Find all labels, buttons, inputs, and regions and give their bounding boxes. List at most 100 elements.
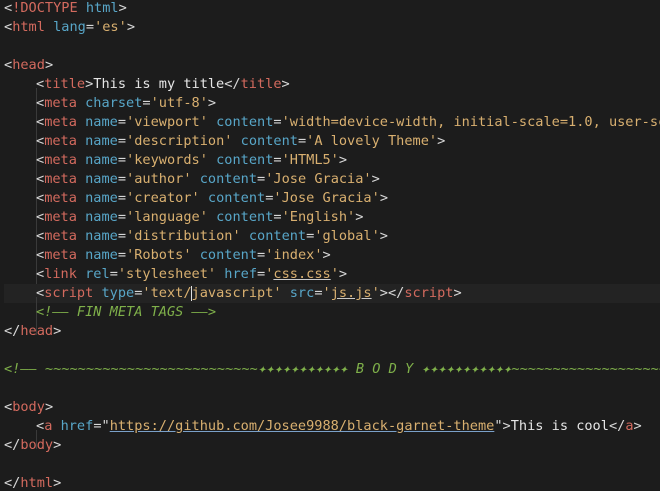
token-lt: <	[4, 57, 13, 73]
token-gt: >	[502, 418, 511, 434]
token-tag-meta: meta	[44, 152, 77, 168]
token-attr-name: name	[85, 114, 118, 130]
token-quote: '	[371, 285, 380, 301]
token-attr-content: content	[207, 190, 266, 206]
token-tag-meta: meta	[44, 95, 77, 111]
comment-fin-meta-tags: <!—— FIN META TAGS ——>	[36, 304, 217, 320]
token-lt: <	[36, 95, 45, 111]
token-eq: =	[117, 152, 127, 168]
token-gt: >	[371, 171, 380, 187]
token-tag-meta: meta	[44, 133, 77, 149]
token-tag-meta: meta	[44, 190, 77, 206]
token-lt: <	[36, 247, 45, 263]
token-attr-href: href	[224, 266, 258, 282]
token-gt: >	[44, 399, 54, 415]
github-url-link[interactable]: https://github.com/Josee9988/black-garne…	[110, 418, 495, 434]
token-lt: <	[36, 152, 45, 168]
token-text: This is cool	[510, 418, 609, 434]
token-value: 'description'	[126, 133, 233, 149]
token-tag-a: a	[44, 418, 53, 434]
token-value: 'viewport'	[126, 114, 208, 130]
token-attr-name: name	[85, 152, 118, 168]
token-doctype-html: html	[85, 0, 119, 16]
code-line-10: <meta name='author' content='Jose Gracia…	[4, 170, 660, 202]
code-line-20: <!—— ~~~~~~~~~~~~~~~~~~~~~~~~~~✦✦✦✦✦✦✦✦✦…	[4, 360, 660, 379]
token-lt: <	[36, 266, 45, 282]
token-gt: >	[53, 437, 62, 453]
token-value: 'creator'	[126, 190, 200, 206]
token-lt: <	[36, 133, 45, 149]
token-lt: <	[36, 418, 45, 434]
token-attr-content: content	[240, 133, 298, 149]
token-gt: >	[379, 285, 388, 301]
token-tag-meta: meta	[44, 228, 77, 244]
code-line-24: </body>	[4, 436, 660, 455]
token-tag-meta: meta	[44, 114, 77, 130]
token-attr-name: name	[85, 171, 118, 187]
token-value: 'language'	[126, 209, 208, 225]
token-value: 'Jose Gracia'	[265, 171, 372, 187]
code-line-9: <meta name='keywords' content='HTML5'>	[4, 151, 660, 183]
token-value: 'Jose Gracia'	[273, 190, 380, 206]
token-value: 'keywords'	[126, 152, 208, 168]
token-lt: </	[4, 437, 21, 453]
token-tag-script: script	[44, 285, 94, 301]
code-editor[interactable]: <!DOCTYPE html> <html lang='es'> <head> …	[0, 0, 660, 491]
token-eq: =	[142, 95, 151, 111]
token-lt: </	[4, 323, 21, 339]
token-value: 'HTML5'	[281, 152, 339, 168]
token-eq: =	[117, 209, 127, 225]
file-link-js[interactable]: js.js	[331, 285, 372, 301]
token-attr-type: type	[101, 285, 135, 301]
token-quote: '	[330, 266, 339, 282]
token-eq: =	[85, 19, 95, 35]
token-tag-meta: meta	[44, 247, 77, 263]
token-eq: =	[117, 190, 127, 206]
token-eq: =	[117, 247, 127, 263]
token-tag-head-close: head	[20, 323, 54, 339]
token-tag-a-close: a	[625, 418, 634, 434]
code-line-22: <body>	[4, 398, 660, 417]
token-value: 'distribution'	[126, 228, 241, 244]
token-eq: =	[257, 266, 266, 282]
token-gt: >	[379, 228, 388, 244]
token-lt: <	[36, 228, 45, 244]
token-eq: =	[297, 133, 307, 149]
token-attr-name: name	[85, 228, 118, 244]
token-value: 'global'	[314, 228, 380, 244]
token-gt: >	[53, 475, 62, 491]
token-tag-body-close: body	[20, 437, 54, 453]
token-eq: =	[273, 209, 282, 225]
token-value: 'English'	[281, 209, 356, 225]
code-line-5: <title>This is my title</title>	[4, 75, 660, 107]
token-gt: >	[633, 418, 642, 434]
code-line-13: <meta name='distribution' content='globa…	[4, 227, 660, 259]
token-gt: >	[437, 133, 446, 149]
token-value: 'author'	[126, 171, 192, 187]
token-lt: <	[36, 76, 45, 92]
code-line-6: <meta charset='utf-8'>	[4, 94, 660, 126]
token-lt: </	[4, 475, 21, 491]
token-attr-name: name	[85, 209, 118, 225]
token-value: 'utf-8'	[150, 95, 208, 111]
token-lt: <	[36, 171, 45, 187]
token-gt: >	[207, 95, 217, 111]
code-area[interactable]: <!DOCTYPE html> <html lang='es'> <head> …	[4, 0, 660, 491]
token-lt: <	[4, 19, 13, 35]
token-eq: =	[273, 152, 282, 168]
token-attr-href: href	[60, 418, 94, 434]
token-eq: =	[314, 285, 323, 301]
token-close: </	[608, 418, 626, 434]
token-attr-content: content	[199, 247, 258, 263]
token-value: 'width=device-width, initial-scale=1.0, …	[281, 114, 660, 130]
token-eq: =	[109, 266, 118, 282]
token-tag-body: body	[12, 399, 45, 415]
token-value: 'es'	[94, 19, 127, 35]
token-attr-name: name	[85, 133, 118, 149]
file-link-css[interactable]: css.css	[273, 266, 330, 282]
code-line-11: <meta name='creator' content='Jose Graci…	[4, 189, 660, 221]
token-attr-rel: rel	[85, 266, 110, 282]
